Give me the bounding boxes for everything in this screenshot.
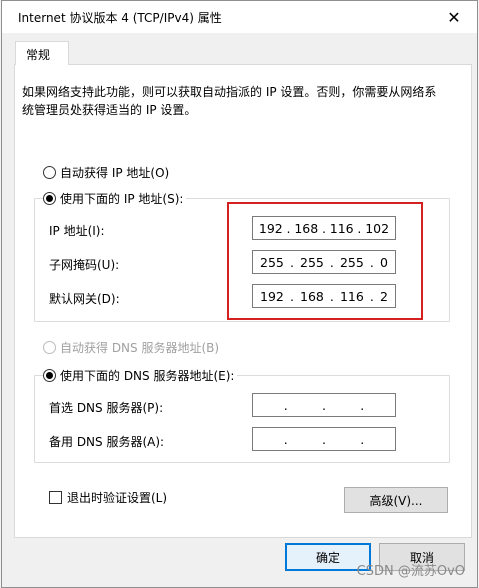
dot: . [357,220,362,236]
dot: . [360,431,365,447]
dot: . [369,254,374,270]
ip-octet: 192 [258,220,283,236]
ipv4-properties-dialog: Internet 协议版本 4 (TCP/IPv4) 属性 ✕ 常规 如果网络支… [1,0,478,588]
dns-octet [265,432,269,447]
tab-general[interactable]: 常规 [15,41,69,65]
preferred-dns-label: 首选 DNS 服务器(P): [49,401,164,415]
gateway-octet: 192 [260,288,284,304]
description-text: 如果网络支持此功能，则可以获取自动指派的 IP 设置。否则，你需要从网络系统管理… [22,85,437,117]
dot: . [322,397,326,413]
validate-option[interactable]: 退出时验证设置(L) [49,489,167,506]
ip-octet: 102 [365,220,390,236]
manual-ip-label: 使用下面的 IP 地址(S): [60,192,184,206]
gateway-input[interactable]: 192. 168. 116. 2 [252,284,396,308]
dot: . [329,288,334,304]
manual-dns-label: 使用下面的 DNS 服务器地址(E): [60,369,235,383]
dot: . [369,288,374,304]
alternate-dns-label: 备用 DNS 服务器(A): [49,435,165,449]
manual-ip-option[interactable]: 使用下面的 IP 地址(S): [43,190,187,207]
ip-octet: 116 [329,220,354,236]
validate-checkbox[interactable] [49,491,62,504]
auto-ip-option[interactable]: 自动获得 IP 地址(O) [43,164,169,181]
validate-label: 退出时验证设置(L) [67,491,168,505]
ip-address-label: IP 地址(I): [49,224,105,238]
subnet-octet: 255 [339,254,364,270]
title-bar: Internet 协议版本 4 (TCP/IPv4) 属性 ✕ [2,1,477,33]
gateway-octet: 168 [300,288,324,304]
subnet-label: 子网掩码(U): [49,258,120,272]
manual-dns-radio[interactable] [43,369,56,382]
auto-dns-radio [43,341,56,354]
gateway-label: 默认网关(D): [49,292,120,306]
subnet-octet: 255 [260,254,284,270]
watermark: CSDN @流苏OvO [356,564,465,579]
ip-octet: 168 [294,220,319,236]
close-icon: ✕ [447,7,461,27]
dot: . [289,288,294,304]
ip-address-input[interactable]: 192. 168. 116. 102 [252,216,396,240]
dns-octet [303,432,307,447]
subnet-octet: 0 [379,254,388,270]
auto-dns-label: 自动获得 DNS 服务器地址(B) [60,341,220,355]
alternate-dns-input[interactable]: . . . [252,427,396,451]
dot: . [321,220,326,236]
dot: . [289,254,294,270]
window-title: Internet 协议版本 4 (TCP/IPv4) 属性 [18,11,222,25]
subnet-octet: 255 [300,254,324,270]
dot: . [322,431,326,447]
auto-ip-radio[interactable] [43,166,56,179]
dot: . [329,254,334,270]
dns-octet [341,432,345,447]
dns-octet [265,398,269,413]
dns-octet [341,398,345,413]
dns-octet [379,432,383,447]
dot: . [360,397,365,413]
auto-ip-label: 自动获得 IP 地址(O) [60,166,170,180]
dot: . [283,431,288,447]
gateway-octet: 116 [339,288,364,304]
manual-ip-radio[interactable] [43,192,56,205]
dns-octet [303,398,307,413]
close-button[interactable]: ✕ [431,1,477,33]
advanced-button[interactable]: 高级(V)... [344,487,448,513]
manual-dns-option[interactable]: 使用下面的 DNS 服务器地址(E): [43,367,238,384]
gateway-octet: 2 [379,288,388,304]
dot: . [286,220,291,236]
dns-octet [379,398,383,413]
subnet-input[interactable]: 255. 255. 255. 0 [252,250,396,274]
auto-dns-option: 自动获得 DNS 服务器地址(B) [43,339,219,356]
preferred-dns-input[interactable]: . . . [252,393,396,417]
dot: . [283,397,288,413]
